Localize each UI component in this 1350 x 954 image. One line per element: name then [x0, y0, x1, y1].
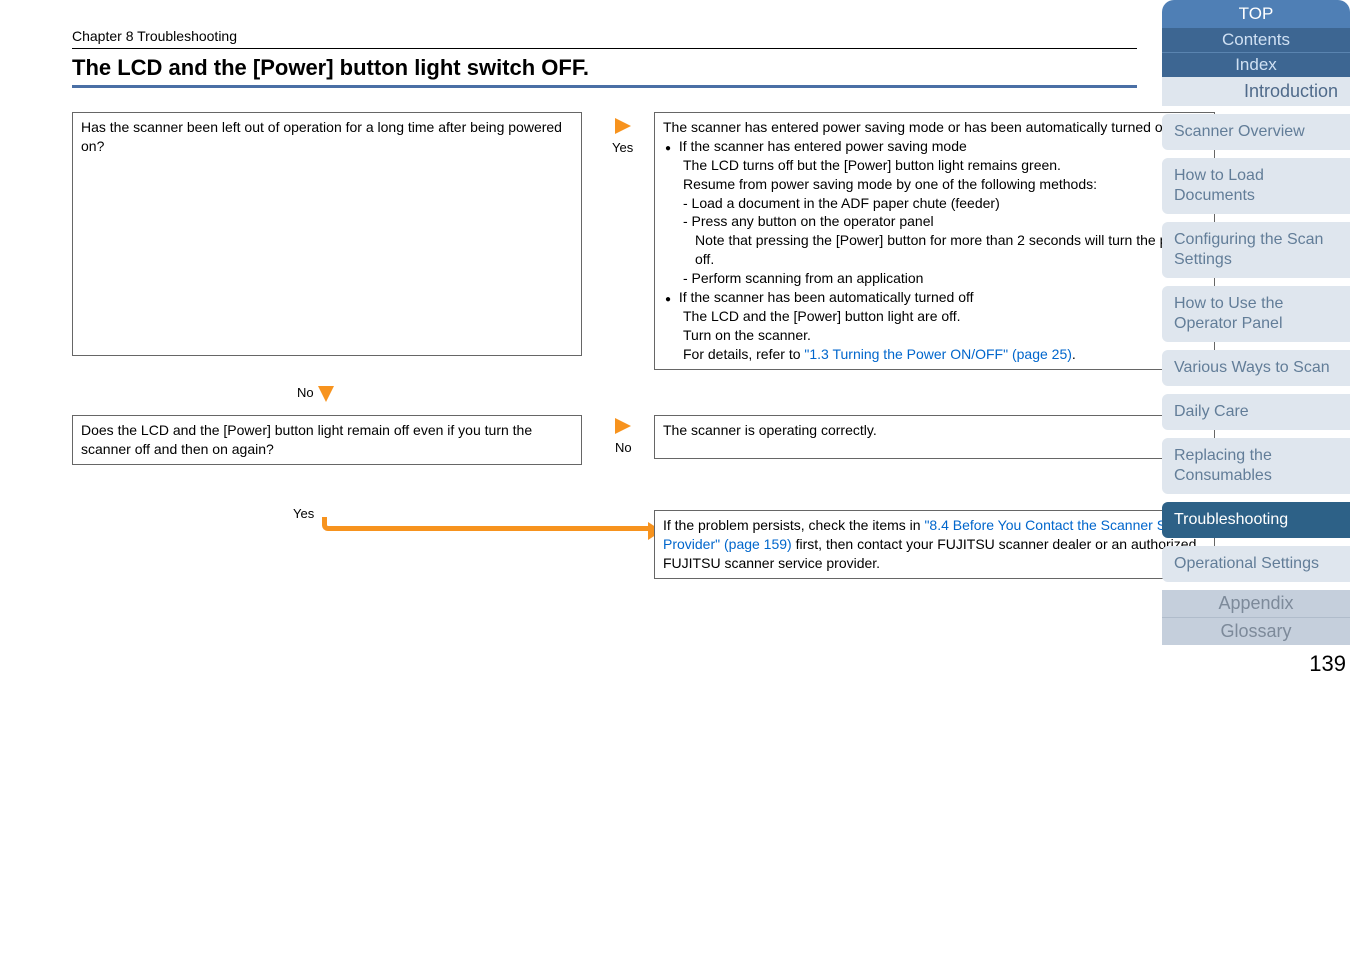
answer-1-box: The scanner has entered power saving mod…: [654, 112, 1215, 370]
question-2-box: Does the LCD and the [Power] button ligh…: [72, 415, 582, 465]
question-2-text: Does the LCD and the [Power] button ligh…: [81, 422, 532, 457]
text: Resume from power saving mode by one of …: [665, 175, 1206, 194]
yes-label-1: Yes: [612, 140, 633, 155]
arrow-right-icon: [615, 418, 631, 434]
text: - Perform scanning from an application: [665, 269, 1206, 288]
chapter-header: Chapter 8 Troubleshooting: [72, 28, 1137, 49]
nav-operator-panel[interactable]: How to Use the Operator Panel: [1162, 286, 1350, 342]
nav-troubleshooting[interactable]: Troubleshooting: [1162, 502, 1350, 538]
arrow-down-icon: [318, 386, 334, 402]
nav-how-to-load[interactable]: How to Load Documents: [1162, 158, 1350, 214]
answer-1-bullet2-head: If the scanner has been automatically tu…: [679, 289, 974, 305]
nav-glossary[interactable]: Glossary: [1162, 617, 1350, 645]
link-power-onoff[interactable]: "1.3 Turning the Power ON/OFF" (page 25): [804, 346, 1072, 362]
elbow-connector: [322, 517, 650, 531]
text: Turn on the scanner.: [665, 326, 1206, 345]
yes-label-2: Yes: [293, 506, 314, 521]
text: - Press any button on the operator panel: [665, 212, 1206, 231]
page-title: The LCD and the [Power] button light swi…: [72, 49, 1137, 88]
page-number: 139: [1162, 645, 1350, 677]
text: Note that pressing the [Power] button fo…: [665, 231, 1206, 269]
text: - Load a document in the ADF paper chute…: [665, 194, 1206, 213]
answer-2-box: The scanner is operating correctly.: [654, 415, 1215, 459]
text: The LCD and the [Power] button light are…: [665, 307, 1206, 326]
nav-daily-care[interactable]: Daily Care: [1162, 394, 1350, 430]
text: The LCD turns off but the [Power] button…: [665, 156, 1206, 175]
nav-various-ways[interactable]: Various Ways to Scan: [1162, 350, 1350, 386]
answer-1-intro: The scanner has entered power saving mod…: [663, 118, 1206, 137]
no-label-2: No: [615, 440, 632, 455]
answer-3-box: If the problem persists, check the items…: [654, 510, 1215, 579]
answer-2-text: The scanner is operating correctly.: [663, 422, 877, 438]
nav-introduction[interactable]: Introduction: [1162, 77, 1350, 106]
arrow-right-icon: [615, 118, 631, 134]
text: For details, refer to: [683, 346, 804, 362]
no-label-1: No: [297, 385, 314, 400]
nav-replacing-consumables[interactable]: Replacing the Consumables: [1162, 438, 1350, 494]
text: .: [1072, 346, 1076, 362]
question-1-text: Has the scanner been left out of operati…: [81, 119, 562, 154]
nav-scanner-overview[interactable]: Scanner Overview: [1162, 114, 1350, 150]
nav-appendix[interactable]: Appendix: [1162, 590, 1350, 617]
question-1-box: Has the scanner been left out of operati…: [72, 112, 582, 356]
nav-configuring-scan[interactable]: Configuring the Scan Settings: [1162, 222, 1350, 278]
sidebar-nav: TOP Contents Index Introduction Scanner …: [1162, 0, 1350, 677]
answer-1-bullet1-head: If the scanner has entered power saving …: [679, 138, 967, 154]
nav-index[interactable]: Index: [1162, 52, 1350, 77]
nav-contents[interactable]: Contents: [1162, 28, 1350, 52]
nav-top[interactable]: TOP: [1162, 0, 1350, 28]
text: If the problem persists, check the items…: [663, 517, 924, 533]
nav-operational-settings[interactable]: Operational Settings: [1162, 546, 1350, 582]
